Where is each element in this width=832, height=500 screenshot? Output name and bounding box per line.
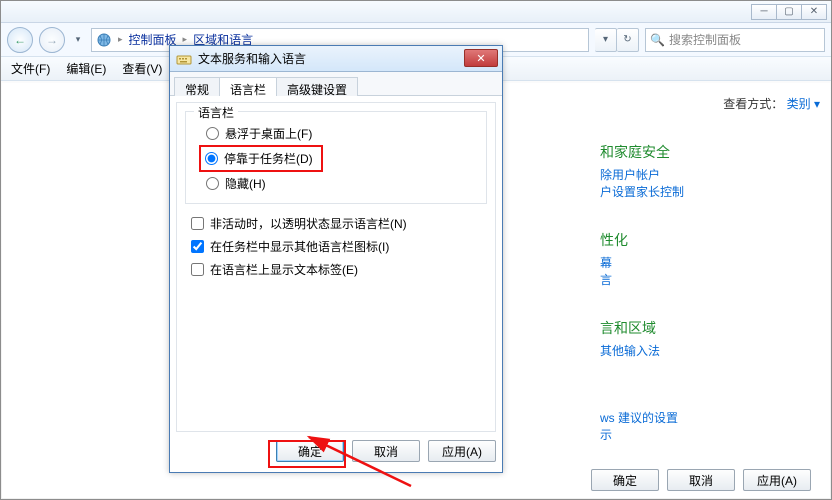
dialog-apply-button[interactable]: 应用(A) xyxy=(428,440,496,462)
checkbox-extra-icons-input[interactable] xyxy=(191,240,204,253)
checkbox-text-labels-input[interactable] xyxy=(191,263,204,276)
radio-float-input[interactable] xyxy=(206,127,219,140)
keyboard-icon xyxy=(176,51,192,67)
recommendation-sub[interactable]: 示 xyxy=(600,426,820,443)
category-link[interactable]: 除用户帐户 xyxy=(600,166,820,183)
view-mode-row: 查看方式： 类别 ▾ xyxy=(600,95,820,112)
view-mode-label: 查看方式： xyxy=(723,97,783,111)
tab-language-bar[interactable]: 语言栏 xyxy=(219,77,277,96)
refresh-button[interactable]: ↻ xyxy=(617,28,639,52)
radio-float-on-desktop[interactable]: 悬浮于桌面上(F) xyxy=(202,122,476,145)
forward-button[interactable]: → xyxy=(39,27,65,53)
outer-ok-button[interactable]: 确定 xyxy=(591,469,659,491)
dialog-button-row: 确定 取消 应用(A) xyxy=(176,436,496,466)
dialog-titlebar[interactable]: 文本服务和输入语言 ✕ xyxy=(170,46,502,72)
menu-edit[interactable]: 编辑(E) xyxy=(60,58,112,79)
menu-file[interactable]: 文件(F) xyxy=(5,58,56,79)
dialog-body: 语言栏 悬浮于桌面上(F) 停靠于任务栏(D) 隐藏(H) xyxy=(176,102,496,432)
radio-dock-in-taskbar[interactable]: 停靠于任务栏(D) xyxy=(203,148,315,169)
tab-advanced-keys[interactable]: 高级键设置 xyxy=(276,77,358,96)
outer-dialog-buttons: 确定 取消 应用(A) xyxy=(591,469,811,491)
category-link[interactable]: 言 xyxy=(600,271,820,288)
tab-general[interactable]: 常规 xyxy=(174,77,220,96)
dialog-title: 文本服务和输入语言 xyxy=(198,50,306,67)
view-mode-dropdown[interactable]: 类别 ▾ xyxy=(787,97,820,111)
category-link[interactable]: 户设置家长控制 xyxy=(600,183,820,200)
radio-hidden[interactable]: 隐藏(H) xyxy=(202,172,476,195)
dialog-tabs: 常规 语言栏 高级键设置 xyxy=(170,72,502,96)
category-header[interactable]: 性化 xyxy=(600,230,820,250)
checkbox-transparent-input[interactable] xyxy=(191,217,204,230)
crumb-sep-icon: ▸ xyxy=(183,34,188,45)
checkbox-transparent-label: 非活动时，以透明状态显示语言栏(N) xyxy=(210,215,407,232)
address-dropdown-button[interactable]: ▾ xyxy=(595,28,617,52)
checkbox-transparent-inactive[interactable]: 非活动时，以透明状态显示语言栏(N) xyxy=(177,212,495,235)
main-window-titlebar: ─ ▢ ✕ xyxy=(1,1,831,23)
address-bar-buttons: ▾ ↻ xyxy=(595,28,639,52)
search-placeholder: 搜索控制面板 xyxy=(669,31,741,48)
language-bar-groupbox: 语言栏 悬浮于桌面上(F) 停靠于任务栏(D) 隐藏(H) xyxy=(185,111,487,204)
checkbox-text-labels[interactable]: 在语言栏上显示文本标签(E) xyxy=(177,258,495,281)
checkbox-extra-icons-label: 在任务栏中显示其他语言栏图标(I) xyxy=(210,238,389,255)
outer-cancel-button[interactable]: 取消 xyxy=(667,469,735,491)
groupbox-legend: 语言栏 xyxy=(194,104,238,121)
nav-history-dropdown[interactable]: ▾ xyxy=(71,29,85,51)
category-link[interactable]: 幕 xyxy=(600,254,820,271)
category-header[interactable]: 和家庭安全 xyxy=(600,142,820,162)
search-icon: 🔍 xyxy=(650,33,665,47)
category-header[interactable]: 言和区域 xyxy=(600,318,820,338)
radio-hidden-input[interactable] xyxy=(206,177,219,190)
back-button[interactable]: ← xyxy=(7,27,33,53)
globe-icon xyxy=(96,32,112,48)
outer-apply-button[interactable]: 应用(A) xyxy=(743,469,811,491)
search-input[interactable]: 🔍 搜索控制面板 xyxy=(645,28,825,52)
minimize-button[interactable]: ─ xyxy=(751,4,777,20)
checkbox-text-labels-label: 在语言栏上显示文本标签(E) xyxy=(210,261,358,278)
radio-float-label: 悬浮于桌面上(F) xyxy=(225,125,312,142)
maximize-button[interactable]: ▢ xyxy=(776,4,802,20)
radio-hidden-label: 隐藏(H) xyxy=(225,175,266,192)
highlight-box-radio: 停靠于任务栏(D) xyxy=(199,145,323,172)
menu-view[interactable]: 查看(V) xyxy=(116,58,168,79)
dialog-ok-button[interactable]: 确定 xyxy=(276,440,344,462)
dialog-cancel-button[interactable]: 取消 xyxy=(352,440,420,462)
category-link[interactable]: 其他输入法 xyxy=(600,342,820,359)
checkbox-extra-icons[interactable]: 在任务栏中显示其他语言栏图标(I) xyxy=(177,235,495,258)
dialog-close-button[interactable]: ✕ xyxy=(464,49,498,67)
recommendation-link[interactable]: ws 建议的设置 xyxy=(600,409,820,426)
close-button[interactable]: ✕ xyxy=(801,4,827,20)
crumb-sep-icon: ▸ xyxy=(118,34,123,45)
category-sidebar: 查看方式： 类别 ▾ 和家庭安全 除用户帐户 户设置家长控制 性化 幕 言 言和… xyxy=(590,89,830,449)
radio-dock-input[interactable] xyxy=(205,152,218,165)
text-services-dialog: 文本服务和输入语言 ✕ 常规 语言栏 高级键设置 语言栏 悬浮于桌面上(F) 停… xyxy=(169,45,503,473)
radio-dock-label: 停靠于任务栏(D) xyxy=(224,150,313,167)
